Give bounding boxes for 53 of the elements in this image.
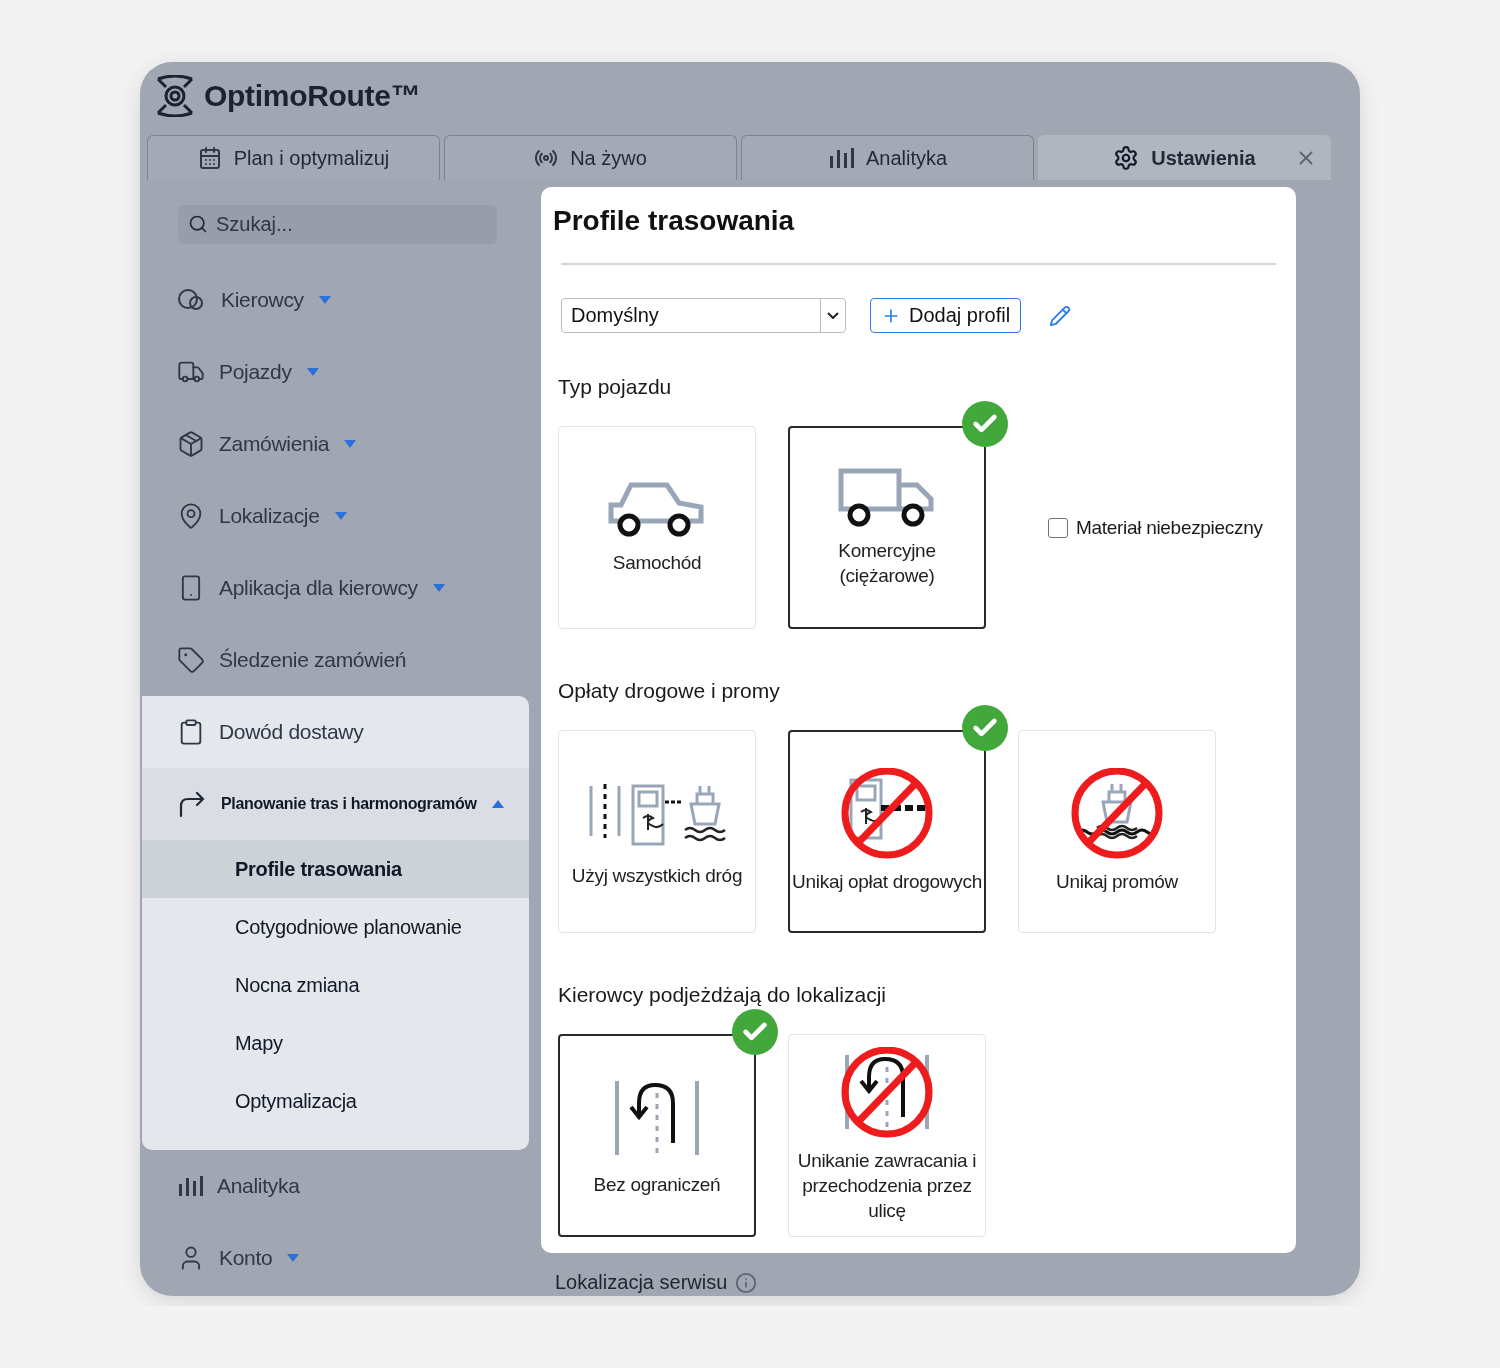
section-title: Typ pojazdu xyxy=(558,375,673,399)
search-field[interactable]: Szukaj... xyxy=(178,205,497,244)
check-badge xyxy=(962,705,1008,751)
sidebar-item[interactable]: Śledzenie zamówień xyxy=(140,624,535,696)
sidebar-item[interactable]: Konto xyxy=(140,1222,535,1294)
option-card[interactable]: Unikaj promów xyxy=(1018,730,1216,933)
sidebar-item[interactable]: Lokalizacje xyxy=(140,480,535,552)
sidebar-subitem[interactable]: Optymalizacja xyxy=(142,1072,529,1130)
option-card[interactable]: Komercyjne (ciężarowe) xyxy=(788,426,986,629)
nav-tab[interactable]: Analityka xyxy=(741,135,1034,180)
logo-icon xyxy=(154,75,196,117)
sidebar-item[interactable]: Pojazdy xyxy=(140,336,535,408)
sidebar-subitem[interactable]: Profile trasowania xyxy=(142,840,529,898)
section-title: Kierowcy podjeżdżają do lokalizacji xyxy=(558,983,887,1007)
bar-chart-icon xyxy=(177,1174,203,1198)
check-badge xyxy=(962,401,1008,447)
info-icon[interactable] xyxy=(735,1271,758,1294)
sidebar-item[interactable]: Aplikacja dla kierowcy xyxy=(140,552,535,624)
chevron-icon xyxy=(827,312,839,319)
sidebar-item[interactable]: Zamówienia xyxy=(140,408,535,480)
option-card[interactable]: Samochód xyxy=(558,426,756,629)
sidebar-subitem[interactable]: Mapy xyxy=(142,1014,529,1072)
sidebar-item[interactable]: Kierowcy xyxy=(140,264,535,336)
box-icon xyxy=(177,430,205,458)
calendar-icon xyxy=(197,146,222,170)
search-icon xyxy=(188,214,208,234)
option-card[interactable]: Użyj wszystkich dróg xyxy=(558,730,756,933)
section-title: Opłaty drogowe i promy xyxy=(558,679,781,703)
nav-tab[interactable]: Na żywo xyxy=(444,135,737,180)
tag-icon xyxy=(177,646,205,674)
sidebar-item[interactable]: Planowanie tras i harmonogramów xyxy=(142,768,529,840)
sidebar-subitem[interactable]: Nocna zmiana xyxy=(142,956,529,1014)
checkbox-label: Materiał niebezpieczny xyxy=(1076,516,1263,539)
sidebar-subitem[interactable]: Cotygodniowe planowanie xyxy=(142,898,529,956)
app-logo: OptimoRoute™ xyxy=(204,79,421,113)
sidebar-item[interactable]: Dowód dostawy xyxy=(142,696,529,768)
nav-tab[interactable]: Ustawienia xyxy=(1038,135,1331,180)
nav-tab[interactable]: Plan i optymalizuj xyxy=(147,135,440,180)
check-badge xyxy=(732,1009,778,1055)
option-card[interactable]: Unikaj opłat drogowych xyxy=(788,730,986,933)
sidebar-item[interactable]: Analityka xyxy=(140,1150,535,1222)
checkbox[interactable] xyxy=(1048,517,1068,538)
section-title: Lokalizacja serwisu xyxy=(555,1271,728,1294)
option-card[interactable]: Unikanie zawracania i przechodzenia przez ulicę xyxy=(788,1034,986,1237)
edit-icon[interactable] xyxy=(1049,304,1072,327)
profile-select[interactable]: Domyślny xyxy=(561,298,846,333)
add-profile-button[interactable]: Dodaj profil xyxy=(870,298,1022,333)
turn-arrow-icon xyxy=(177,790,207,818)
option-card[interactable]: Bez ograniczeń xyxy=(558,1034,756,1237)
panel-title: Profile trasowania xyxy=(553,205,796,237)
truck-icon xyxy=(837,466,937,529)
bar-chart-icon xyxy=(827,146,854,170)
settings-icon xyxy=(1113,145,1140,171)
